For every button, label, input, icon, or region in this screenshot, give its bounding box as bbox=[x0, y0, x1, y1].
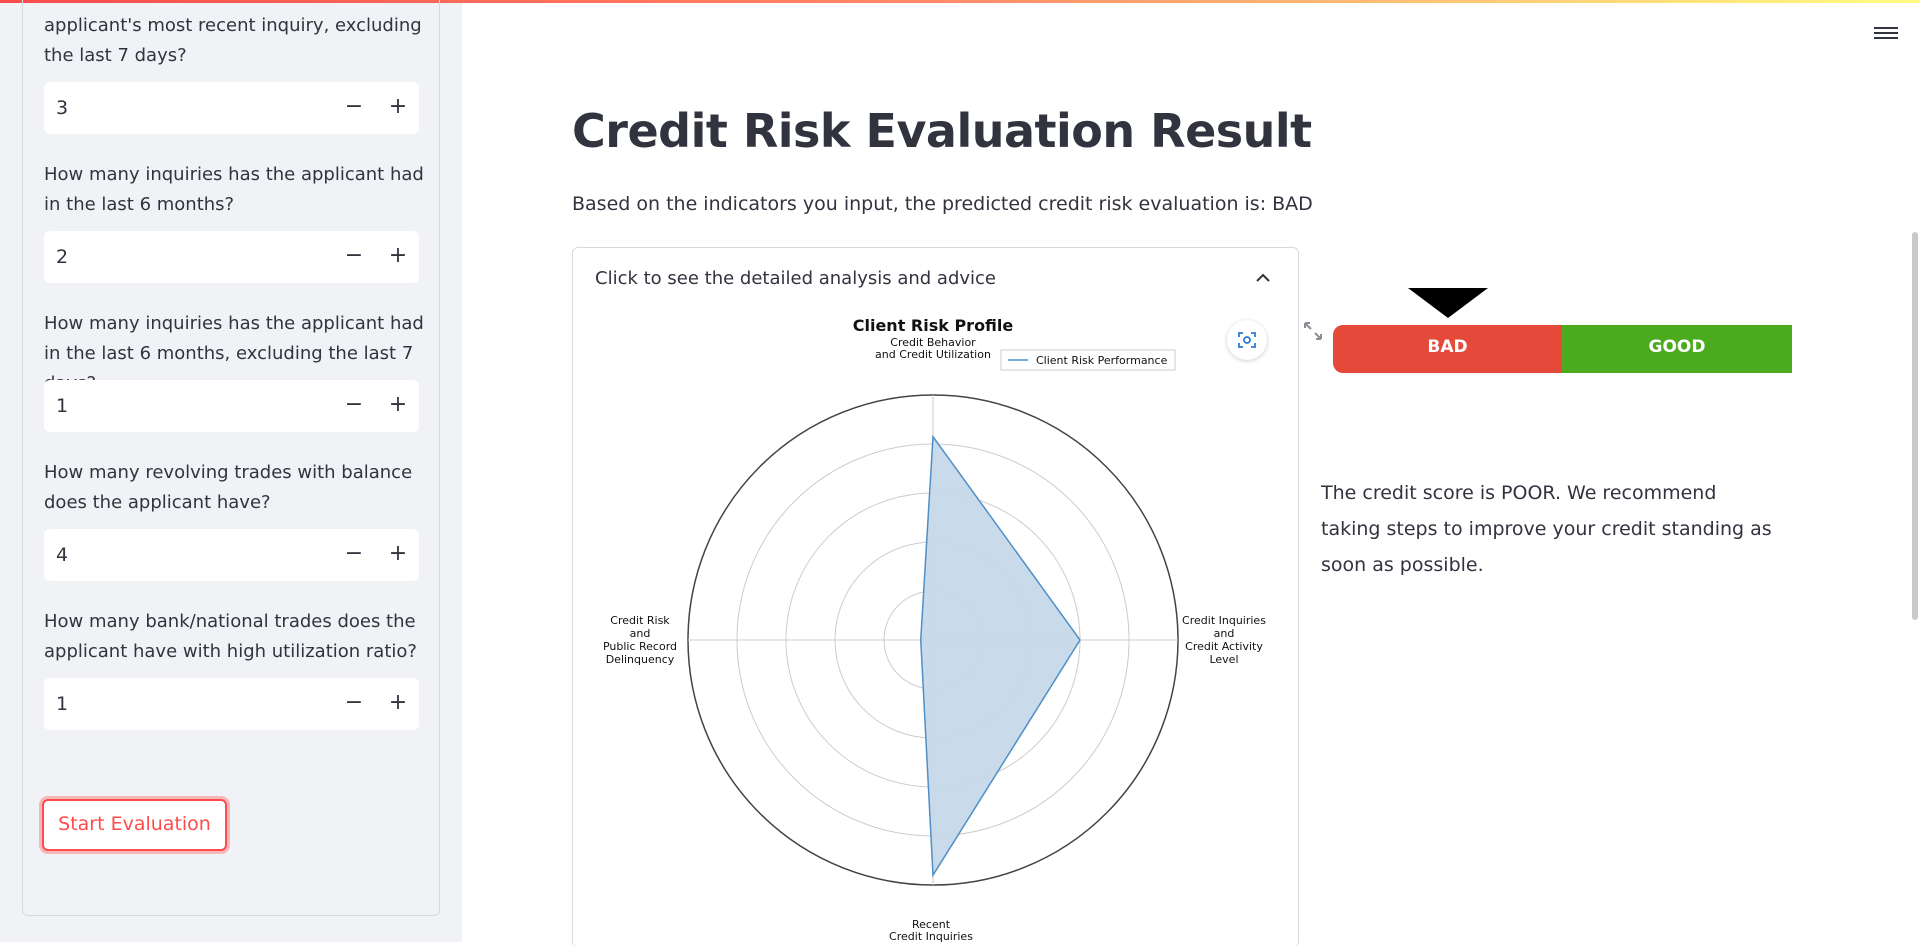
gauge-bad-segment: BAD bbox=[1333, 325, 1562, 373]
number-input-value[interactable]: 4 bbox=[56, 529, 68, 581]
increment-button[interactable]: + bbox=[378, 82, 418, 134]
page-title: Credit Risk Evaluation Result bbox=[572, 104, 1312, 158]
screenshot-icon[interactable] bbox=[1227, 320, 1267, 360]
legend-label: Client Risk Performance bbox=[1036, 354, 1168, 367]
screenshot-icon-glyph bbox=[1227, 320, 1267, 360]
number-input-2[interactable]: 2 − + bbox=[44, 231, 419, 283]
number-input-5[interactable]: 1 − + bbox=[44, 678, 419, 730]
decrement-button[interactable]: − bbox=[334, 529, 374, 581]
radar-series-area bbox=[921, 437, 1080, 876]
question-label-4: How many revolving trades with balance d… bbox=[44, 458, 424, 518]
number-input-1[interactable]: 3 − + bbox=[44, 82, 419, 134]
question-label-1: applicant's most recent inquiry, excludi… bbox=[44, 11, 424, 71]
expander-header[interactable]: Click to see the detailed analysis and a… bbox=[595, 268, 996, 289]
start-evaluation-button[interactable]: Start Evaluation bbox=[42, 799, 227, 851]
fullscreen-icon[interactable] bbox=[1302, 320, 1324, 342]
risk-gauge: BAD GOOD bbox=[1333, 325, 1793, 373]
axis-label: Credit InquiriesandCredit ActivityLevel bbox=[1182, 614, 1266, 666]
decrement-button[interactable]: − bbox=[334, 380, 374, 432]
advice-text: The credit score is POOR. We recommend t… bbox=[1321, 475, 1781, 583]
chevron-up-icon[interactable] bbox=[1253, 270, 1273, 286]
prediction-result-text: Based on the indicators you input, the p… bbox=[572, 193, 1313, 215]
decrement-button[interactable]: − bbox=[334, 678, 374, 730]
number-input-value[interactable]: 1 bbox=[56, 678, 68, 730]
decrement-button[interactable]: − bbox=[334, 231, 374, 283]
increment-button[interactable]: + bbox=[378, 678, 418, 730]
question-label-2: How many inquiries has the applicant had… bbox=[44, 160, 424, 220]
chart-legend: Client Risk Performance bbox=[1001, 350, 1175, 370]
number-input-3[interactable]: 1 − + bbox=[44, 380, 419, 432]
number-input-4[interactable]: 4 − + bbox=[44, 529, 419, 581]
number-input-value[interactable]: 3 bbox=[56, 82, 68, 134]
gauge-pointer bbox=[1408, 288, 1488, 318]
chart-title: Client Risk Profile bbox=[853, 316, 1014, 335]
axis-label: RecentCredit Inquiries bbox=[889, 918, 973, 942]
axis-label: Credit RiskandPublic RecordDelinquency bbox=[603, 614, 677, 666]
number-input-value[interactable]: 1 bbox=[56, 380, 68, 432]
increment-button[interactable]: + bbox=[378, 529, 418, 581]
axis-label: Credit Behaviorand Credit Utilization bbox=[875, 336, 991, 361]
decrement-button[interactable]: − bbox=[334, 82, 374, 134]
hamburger-menu-icon[interactable] bbox=[1874, 24, 1898, 44]
number-input-value[interactable]: 2 bbox=[56, 231, 68, 283]
scrollbar[interactable] bbox=[1912, 232, 1918, 620]
question-label-5: How many bank/national trades does the a… bbox=[44, 607, 424, 667]
increment-button[interactable]: + bbox=[378, 231, 418, 283]
sidebar: applicant's most recent inquiry, excludi… bbox=[0, 3, 462, 942]
increment-button[interactable]: + bbox=[378, 380, 418, 432]
gauge-good-segment: GOOD bbox=[1562, 325, 1792, 373]
radar-chart: Client Risk Profile Credit Behaviorand C… bbox=[572, 310, 1292, 942]
